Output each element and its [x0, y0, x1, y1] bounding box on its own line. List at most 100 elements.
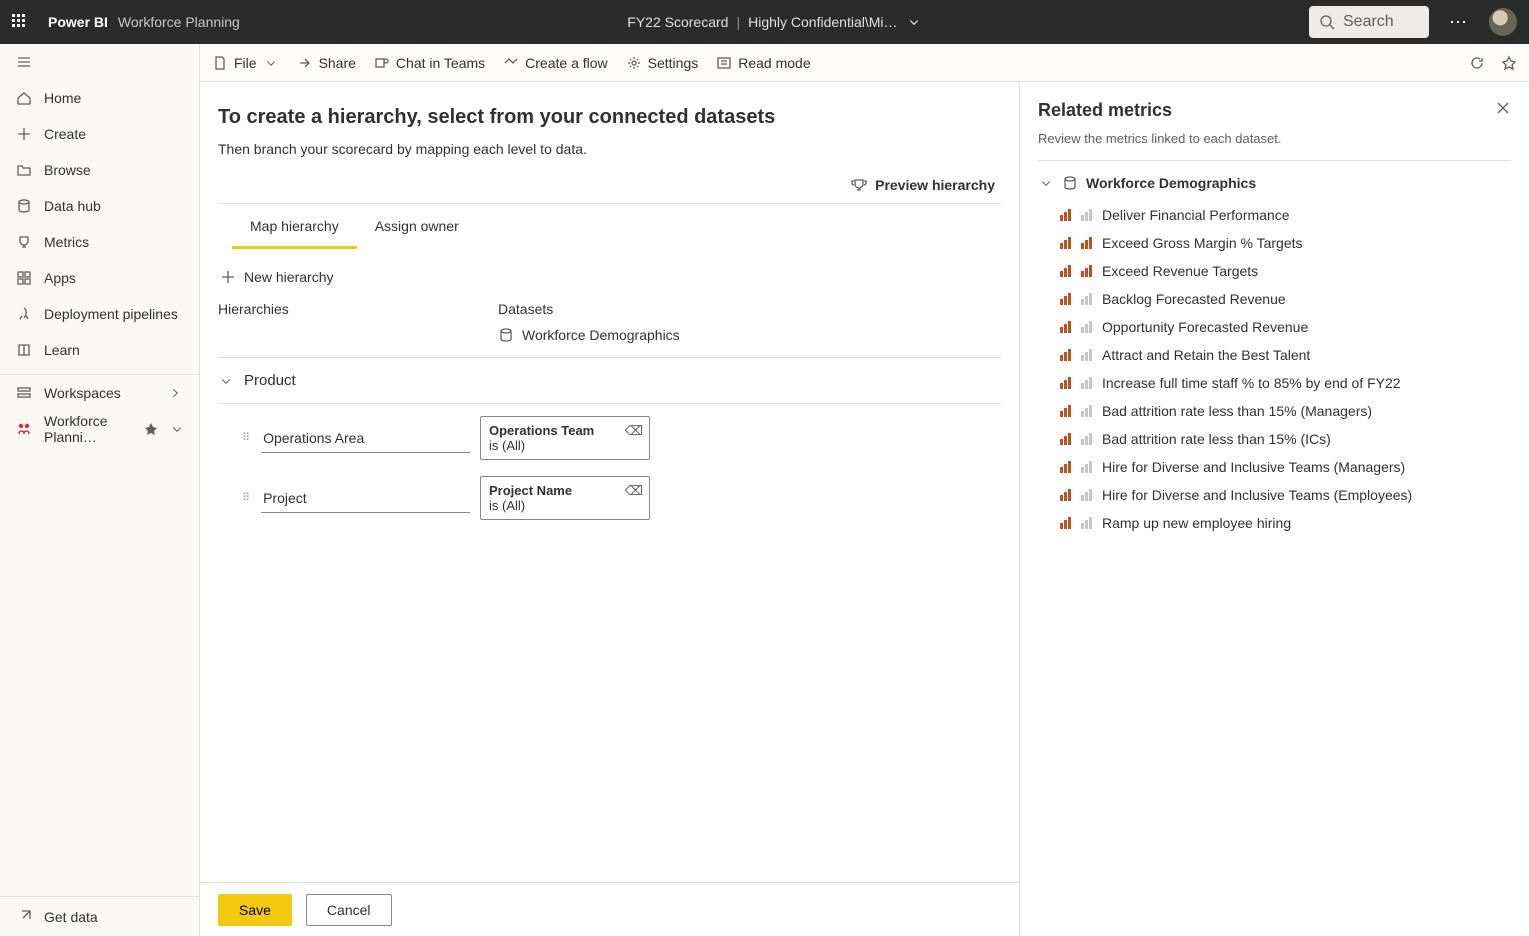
hierarchy-level-row: ⠿ Operations Area ⌫Operations Teamis (All)	[218, 408, 1001, 468]
hierarchy-level-row: ⠿ Project ⌫Project Nameis (All)	[218, 468, 1001, 528]
bars-icon	[1060, 461, 1071, 473]
save-button[interactable]: Save	[218, 894, 292, 926]
app-launcher-icon[interactable]	[12, 14, 28, 30]
panel-dataset-row[interactable]: Workforce Demographics	[1038, 175, 1511, 191]
level-name-input[interactable]: Operations Area	[261, 424, 470, 453]
bars-icon	[1060, 321, 1071, 333]
bars-icon	[1060, 405, 1071, 417]
bars-icon	[1081, 489, 1092, 501]
refresh-icon[interactable]	[1469, 55, 1485, 71]
workspaces-icon	[16, 385, 32, 401]
bars-icon	[1060, 209, 1071, 221]
nav-apps[interactable]: Apps	[0, 260, 199, 296]
tab-assign-owner[interactable]: Assign owner	[357, 204, 477, 249]
metric-label: Opportunity Forecasted Revenue	[1102, 319, 1308, 335]
chevron-down-icon[interactable]	[906, 14, 922, 30]
metric-item[interactable]: Hire for Diverse and Inclusive Teams (Ma…	[1038, 453, 1511, 481]
nav-label: Create	[44, 126, 86, 142]
drag-handle-icon[interactable]: ⠿	[242, 495, 251, 501]
more-menu[interactable]: ⋯	[1449, 12, 1469, 33]
level-mapping[interactable]: ⌫Operations Teamis (All)	[480, 416, 650, 460]
preview-label: Preview hierarchy	[875, 177, 995, 193]
clear-icon[interactable]: ⌫	[625, 423, 643, 439]
gear-icon	[626, 55, 642, 71]
nav-metrics[interactable]: Metrics	[0, 224, 199, 260]
metric-item[interactable]: Attract and Retain the Best Talent	[1038, 341, 1511, 369]
clear-icon[interactable]: ⌫	[625, 483, 643, 499]
cmd-file[interactable]: File	[212, 55, 279, 71]
metric-label: Bad attrition rate less than 15% (ICs)	[1102, 431, 1331, 447]
hierarchy-product[interactable]: Product	[218, 362, 1001, 399]
teams-icon	[374, 55, 390, 71]
bars-icon	[1081, 405, 1092, 417]
level-mapping[interactable]: ⌫Project Nameis (All)	[480, 476, 650, 520]
metric-item[interactable]: Bad attrition rate less than 15% (Manage…	[1038, 397, 1511, 425]
cmd-flow[interactable]: Create a flow	[503, 55, 607, 71]
cmd-share[interactable]: Share	[297, 55, 356, 71]
bars-icon	[1081, 349, 1092, 361]
bars-icon	[1060, 377, 1071, 389]
nav-create[interactable]: Create	[0, 116, 199, 152]
confidentiality-label: Highly Confidential\Mi…	[748, 14, 897, 30]
metric-item[interactable]: Opportunity Forecasted Revenue	[1038, 313, 1511, 341]
avatar[interactable]	[1489, 8, 1517, 36]
new-hierarchy-button[interactable]: New hierarchy	[218, 263, 1001, 297]
new-hierarchy-label: New hierarchy	[244, 269, 333, 285]
nav-current-workspace[interactable]: Workforce Planni…	[0, 411, 199, 447]
cmd-readmode[interactable]: Read mode	[716, 55, 810, 71]
close-icon[interactable]	[1495, 100, 1511, 116]
nav-learn[interactable]: Learn	[0, 332, 199, 368]
metric-item[interactable]: Backlog Forecasted Revenue	[1038, 285, 1511, 313]
metric-item[interactable]: Hire for Diverse and Inclusive Teams (Em…	[1038, 481, 1511, 509]
bars-icon	[1081, 293, 1092, 305]
col-header-datasets: Datasets	[498, 301, 1001, 317]
star-icon[interactable]	[1501, 55, 1517, 71]
metric-item[interactable]: Exceed Revenue Targets	[1038, 257, 1511, 285]
search-input[interactable]: Search	[1309, 6, 1429, 38]
dataset-row[interactable]: Workforce Demographics	[498, 327, 680, 343]
dataset-name: Workforce Demographics	[522, 327, 680, 343]
metric-item[interactable]: Increase full time staff % to 85% by end…	[1038, 369, 1511, 397]
bars-icon	[1060, 517, 1071, 529]
breadcrumb[interactable]: FY22 Scorecard | Highly Confidential\Mi…	[260, 14, 1289, 30]
nav-label: Deployment pipelines	[44, 306, 178, 322]
bars-icon	[1081, 209, 1092, 221]
get-data-button[interactable]: Get data	[0, 896, 199, 936]
cmd-label: Chat in Teams	[396, 55, 485, 71]
bars-icon	[1060, 489, 1071, 501]
nav-workspaces[interactable]: Workspaces	[0, 375, 199, 411]
file-title: FY22 Scorecard	[627, 14, 728, 30]
preview-hierarchy-button[interactable]: Preview hierarchy	[218, 177, 1001, 203]
left-nav: Home Create Browse Data hub Metrics Apps…	[0, 44, 200, 936]
book-icon	[16, 342, 32, 358]
plus-icon	[220, 269, 236, 285]
nav-toggle[interactable]	[0, 44, 199, 80]
metric-label: Ramp up new employee hiring	[1102, 515, 1291, 531]
cancel-button[interactable]: Cancel	[306, 894, 392, 926]
cmd-chat[interactable]: Chat in Teams	[374, 55, 485, 71]
metric-item[interactable]: Ramp up new employee hiring	[1038, 509, 1511, 537]
footer-bar: Save Cancel	[200, 882, 1019, 936]
metric-item[interactable]: Deliver Financial Performance	[1038, 201, 1511, 229]
nav-label: Workspaces	[44, 385, 121, 401]
bars-icon	[1081, 265, 1092, 277]
database-icon	[16, 198, 32, 214]
drag-handle-icon[interactable]: ⠿	[242, 435, 251, 441]
hamburger-icon	[16, 54, 32, 70]
metric-item[interactable]: Bad attrition rate less than 15% (ICs)	[1038, 425, 1511, 453]
workspace-icon	[16, 421, 32, 437]
workspace-name[interactable]: Workforce Planning	[118, 14, 240, 30]
metric-item[interactable]: Exceed Gross Margin % Targets	[1038, 229, 1511, 257]
nav-browse[interactable]: Browse	[0, 152, 199, 188]
nav-pipelines[interactable]: Deployment pipelines	[0, 296, 199, 332]
chevron-down-icon	[171, 421, 183, 437]
cmd-settings[interactable]: Settings	[626, 55, 699, 71]
bars-icon	[1060, 349, 1071, 361]
nav-home[interactable]: Home	[0, 80, 199, 116]
tab-map-hierarchy[interactable]: Map hierarchy	[232, 204, 357, 249]
page-title: To create a hierarchy, select from your …	[218, 106, 1001, 129]
hierarchy-name: Product	[244, 372, 296, 389]
level-name-input[interactable]: Project	[261, 484, 470, 513]
nav-datahub[interactable]: Data hub	[0, 188, 199, 224]
bars-icon	[1081, 517, 1092, 529]
